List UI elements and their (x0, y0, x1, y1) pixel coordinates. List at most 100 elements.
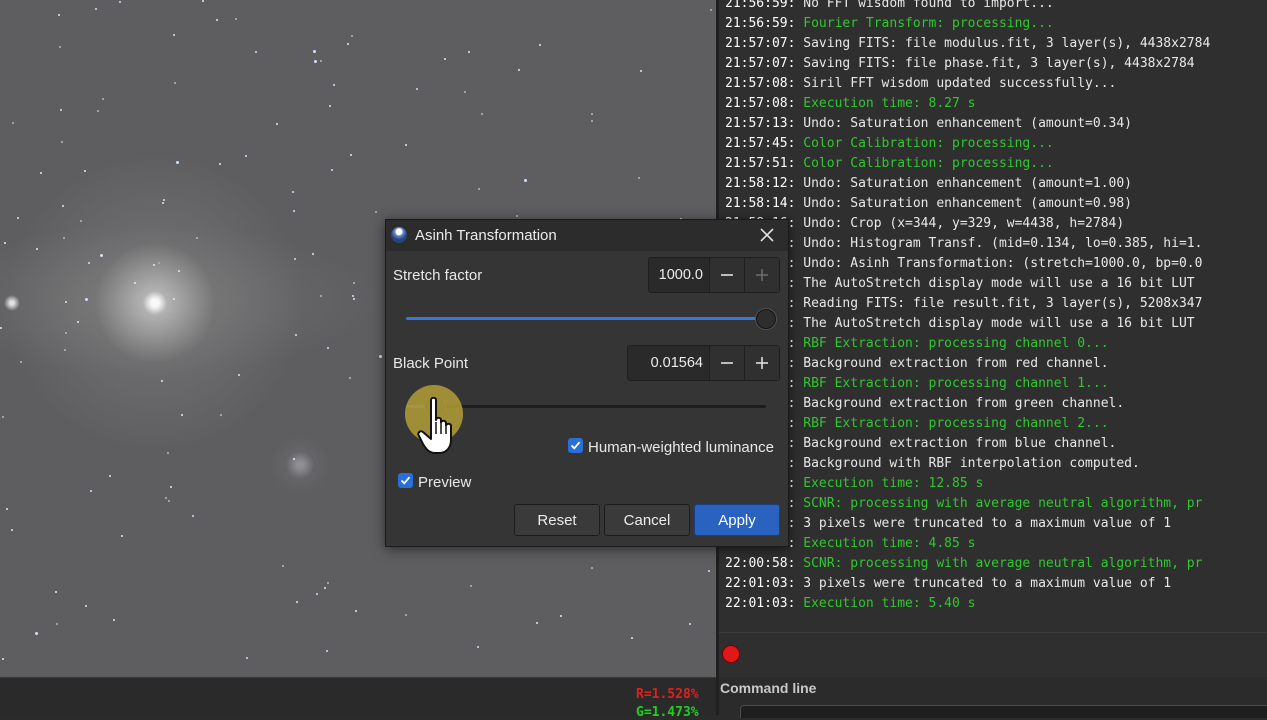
star (470, 585, 472, 587)
star (85, 605, 87, 607)
star (134, 282, 136, 284)
star (167, 452, 169, 454)
dialog-title: Asinh Transformation (415, 227, 557, 244)
log-message: The AutoStretch display mode will use a … (803, 316, 1195, 331)
stretch-factor-slider-track[interactable] (406, 317, 766, 320)
black-point-increment-button[interactable] (744, 346, 779, 380)
stretch-factor-spinbox: 1000.0 (648, 257, 780, 293)
log-line: 22:00:25: SCNR: processing with average … (725, 494, 1267, 514)
star (468, 51, 470, 53)
log-message: Undo: Saturation enhancement (amount=0.3… (803, 116, 1133, 131)
log-timestamp: 21:57:07: (725, 36, 796, 51)
log-timestamp: 21:57:07: (725, 56, 796, 71)
star (65, 332, 67, 334)
star (85, 298, 88, 301)
log-message: RBF Extraction: processing channel 2... (803, 416, 1109, 431)
star (77, 321, 79, 323)
siril-app-icon (391, 227, 407, 243)
log-line: 21:59:48: RBF Extraction: processing cha… (725, 334, 1267, 354)
star (327, 582, 329, 584)
log-message: Execution time: 8.27 s (803, 96, 976, 111)
star (379, 355, 382, 358)
star (294, 258, 296, 260)
star (56, 623, 58, 625)
minus-icon (721, 362, 733, 364)
close-icon (760, 228, 774, 242)
black-point-decrement-button[interactable] (709, 346, 744, 380)
star (55, 591, 57, 593)
black-point-spinbox: 0.01564 (627, 345, 780, 381)
red-channel-readout: R=1.528% (636, 687, 699, 702)
log-line: 21:58:14: Undo: Saturation enhancement (… (725, 194, 1267, 214)
star (405, 614, 407, 616)
dialog-titlebar[interactable]: Asinh Transformation (386, 220, 788, 251)
console-log-panel[interactable]: 21:56:59: No FFT wisdom found to import.… (716, 0, 1267, 677)
human-weighted-checkbox[interactable] (568, 438, 583, 453)
log-line: 21:57:13: Undo: Saturation enhancement (… (725, 114, 1267, 134)
star (238, 374, 240, 376)
log-message: Saving FITS: file modulus.fit, 3 layer(s… (803, 36, 1211, 51)
log-line: 22:00:01: Background with RBF interpolat… (725, 454, 1267, 474)
star (176, 161, 179, 164)
star (324, 587, 326, 589)
star (295, 334, 297, 336)
star (638, 177, 640, 179)
star (80, 220, 82, 222)
star (591, 113, 593, 115)
log-line: 21:57:08: Siril FFT wisdom updated succe… (725, 74, 1267, 94)
star (353, 282, 355, 284)
star (20, 361, 22, 363)
stretch-factor-slider-handle[interactable] (756, 309, 776, 329)
green-channel-readout: G=1.473% (636, 705, 699, 720)
star (477, 646, 479, 648)
log-message: Color Calibration: processing... (803, 136, 1054, 151)
star (119, 1, 121, 3)
star (329, 105, 331, 107)
star (710, 9, 712, 11)
log-message: Background extraction from red channel. (803, 356, 1109, 371)
stretch-factor-decrement-button[interactable] (709, 258, 744, 292)
star (163, 199, 165, 201)
star (333, 84, 335, 86)
star (481, 113, 483, 115)
stretch-factor-label: Stretch factor (393, 267, 483, 284)
log-timestamp: 21:57:13: (725, 116, 796, 131)
close-button[interactable] (752, 221, 782, 249)
log-line: 21:59:52: RBF Extraction: processing cha… (725, 374, 1267, 394)
star (113, 619, 115, 621)
log-timestamp: 21:58:12: (725, 176, 796, 191)
star (351, 35, 353, 37)
star (246, 657, 248, 659)
black-point-input[interactable]: 0.01564 (628, 346, 709, 380)
log-line: 22:00:58: SCNR: processing with average … (725, 554, 1267, 574)
star (153, 264, 155, 266)
log-line: 22:01:03: 3 pixels were truncated to a m… (725, 574, 1267, 594)
star (58, 14, 60, 16)
apply-button[interactable]: Apply (694, 504, 780, 536)
star (121, 535, 123, 537)
reset-button[interactable]: Reset (514, 504, 600, 536)
star (347, 43, 349, 45)
stretch-factor-increment-button[interactable] (744, 258, 779, 292)
log-message: RBF Extraction: processing channel 0... (803, 336, 1109, 351)
log-line: 21:59:56: RBF Extraction: processing cha… (725, 414, 1267, 434)
star (293, 458, 295, 460)
preview-checkbox[interactable] (398, 473, 413, 488)
log-message: The AutoStretch display mode will use a … (803, 276, 1195, 291)
cancel-button[interactable]: Cancel (604, 504, 690, 536)
log-message: No FFT wisdom found to import... (803, 0, 1054, 11)
star (327, 347, 329, 349)
command-line-input[interactable] (740, 705, 1267, 718)
star (192, 515, 194, 517)
stop-processing-button[interactable] (723, 646, 739, 662)
human-weighted-label[interactable]: Human-weighted luminance (588, 439, 774, 456)
star (293, 210, 295, 212)
stretch-factor-input[interactable]: 1000.0 (649, 258, 709, 292)
log-line: 21:58:12: Undo: Saturation enhancement (… (725, 174, 1267, 194)
star (591, 567, 593, 569)
star (178, 270, 180, 272)
log-message: Execution time: 12.85 s (803, 476, 984, 491)
log-message: Saving FITS: file phase.fit, 3 layer(s),… (803, 56, 1195, 71)
star (536, 622, 538, 624)
preview-label[interactable]: Preview (418, 474, 471, 491)
